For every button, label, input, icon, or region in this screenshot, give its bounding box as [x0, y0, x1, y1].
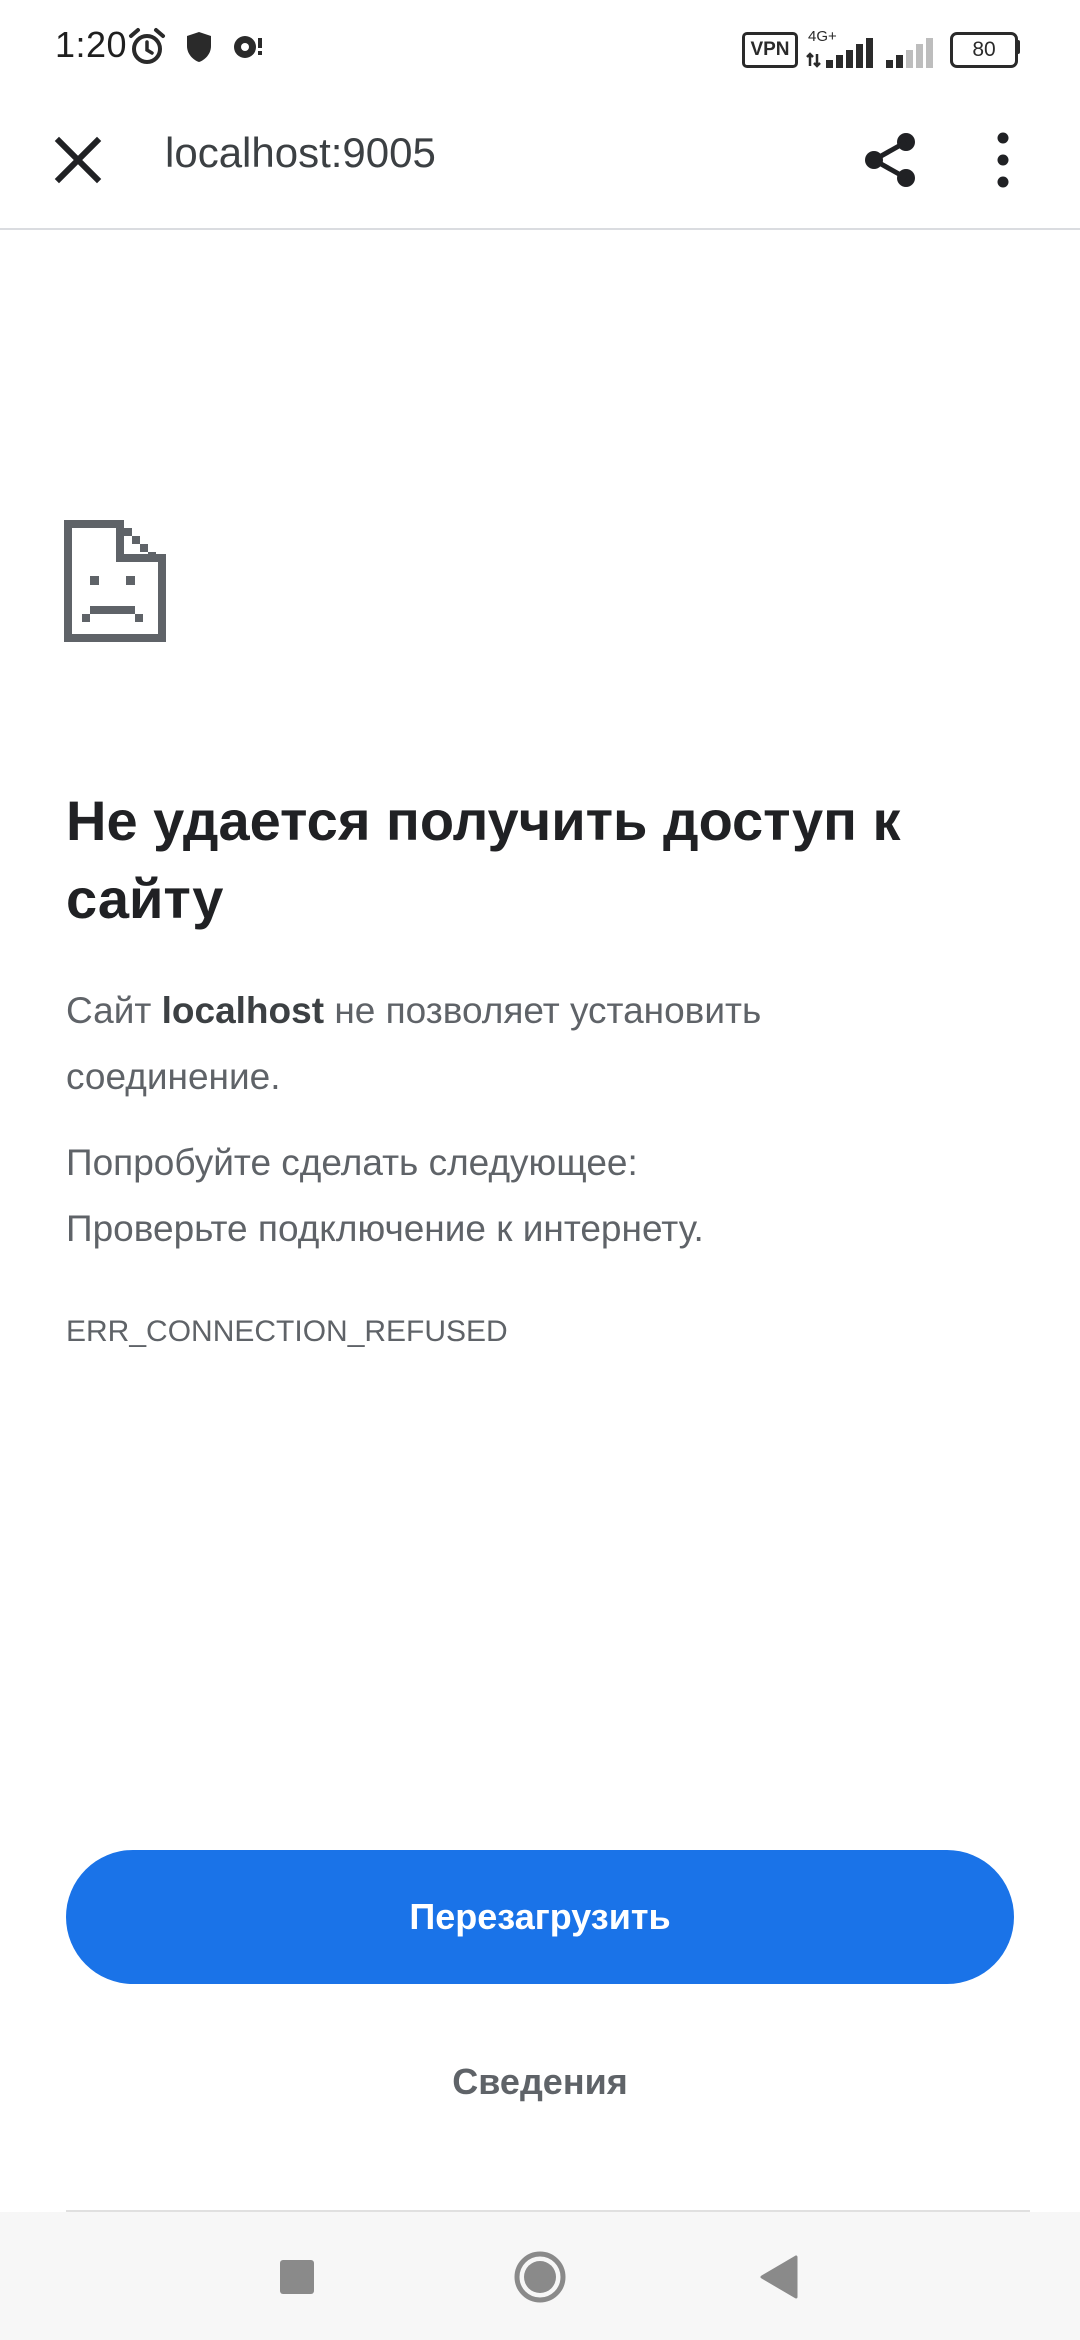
broken-page-icon	[64, 520, 166, 642]
vpn-badge: VPN	[742, 32, 798, 68]
browser-toolbar: localhost:9005	[0, 96, 1080, 230]
status-bar: 1:20 VPN 4G+ 80	[0, 0, 1080, 96]
status-time: 1:20	[55, 24, 128, 65]
close-icon	[54, 136, 102, 184]
home-icon	[514, 2251, 566, 2303]
share-icon	[865, 133, 915, 187]
error-title: Не удается получить доступ к сайту	[66, 789, 901, 930]
recents-button[interactable]	[262, 2242, 332, 2312]
close-button[interactable]	[40, 122, 116, 198]
url-display[interactable]: localhost:9005	[165, 129, 436, 177]
battery-tip	[1016, 40, 1020, 54]
back-button[interactable]	[746, 2242, 816, 2312]
alarm-icon	[129, 28, 165, 64]
media-icon	[234, 36, 262, 58]
error-host: localhost	[161, 990, 325, 1031]
suggestions-heading: Попробуйте сделать следующее:	[66, 1142, 638, 1183]
home-button[interactable]	[505, 2242, 575, 2312]
reload-button[interactable]: Перезагрузить	[66, 1850, 1014, 1984]
more-options-button[interactable]	[978, 118, 1028, 202]
battery-indicator: 80	[950, 32, 1018, 68]
signal-icon	[806, 38, 873, 68]
suggestions-block: Попробуйте сделать следующее: Проверьте …	[66, 1130, 1026, 1262]
details-button[interactable]: Сведения	[340, 2046, 740, 2118]
signal-weak-icon	[886, 38, 933, 68]
shield-icon	[187, 32, 211, 62]
browser-error-screen: 1:20 VPN 4G+ 80 localhost:9005 Не удаетс…	[0, 0, 1080, 2340]
system-navigation-bar	[0, 2212, 1080, 2340]
recents-icon	[280, 2260, 314, 2294]
error-description-prefix: Сайт	[66, 990, 152, 1031]
suggestion-item: Проверьте подключение к интернету.	[66, 1208, 704, 1249]
back-icon	[760, 2255, 798, 2299]
error-code: ERR_CONNECTION_REFUSED	[66, 1315, 508, 1348]
error-description: Сайт localhost не позволяет установить с…	[66, 978, 966, 1110]
share-button[interactable]	[856, 118, 928, 202]
more-vert-icon	[997, 132, 1009, 188]
